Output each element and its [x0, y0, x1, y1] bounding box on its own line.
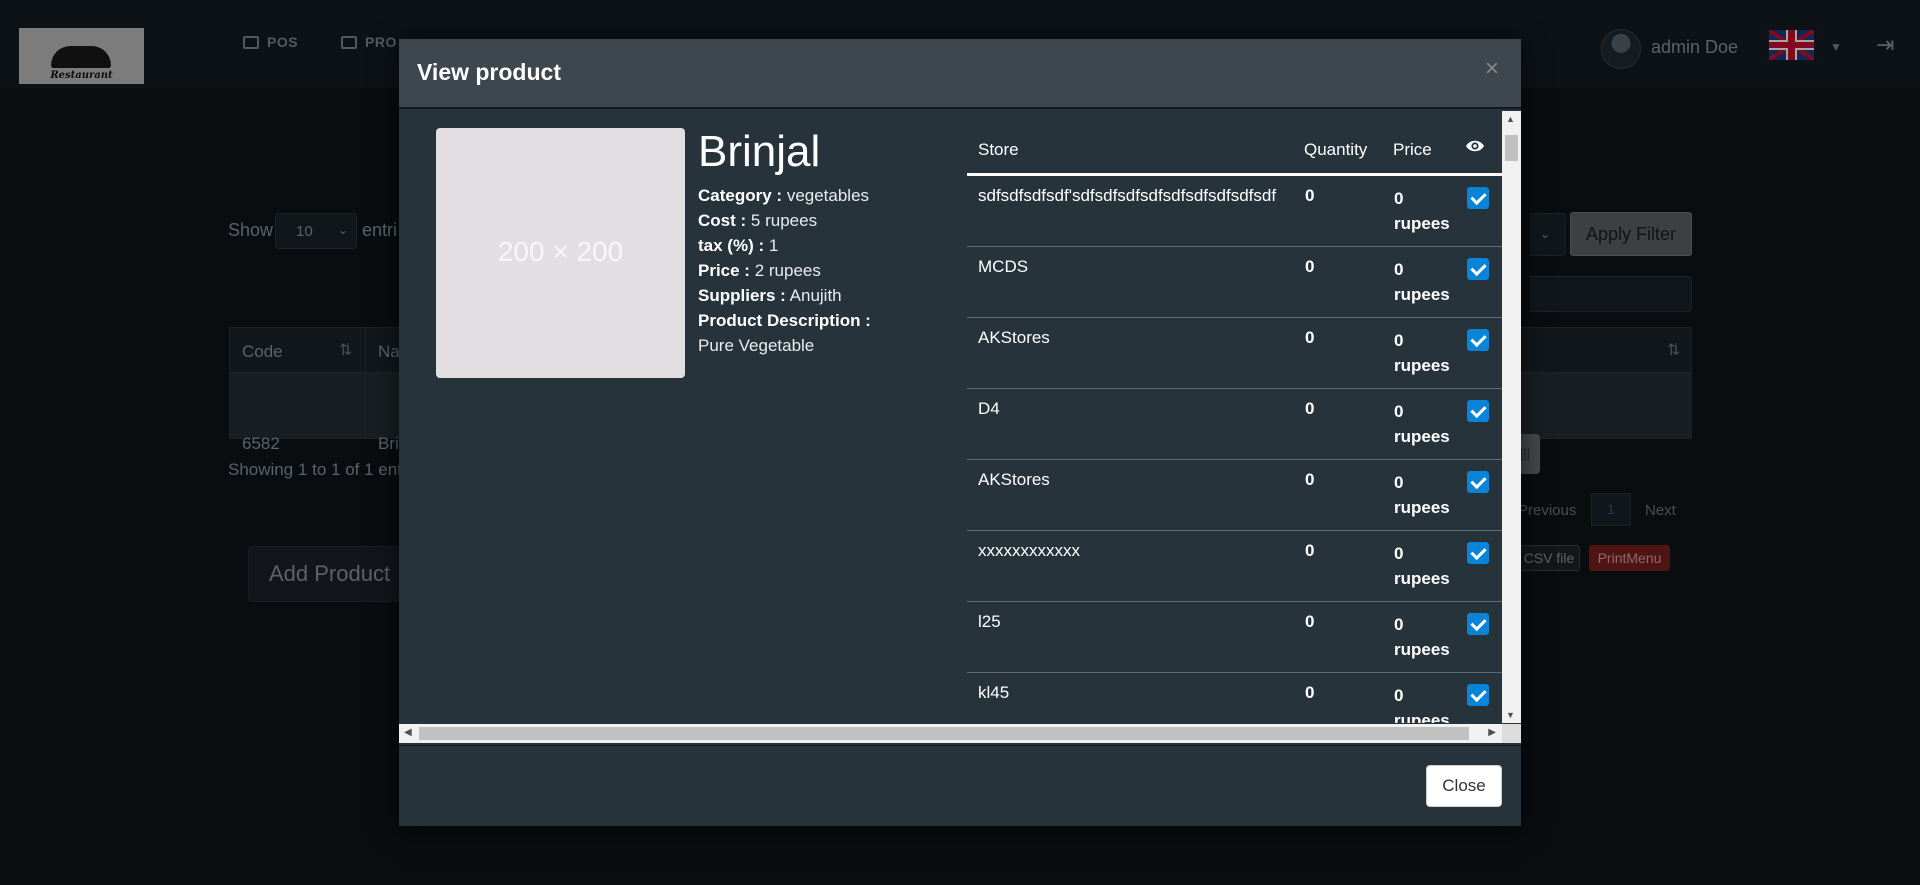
visibility-checkbox[interactable]: [1467, 400, 1489, 422]
table-row: MCDS 0 0 rupees: [967, 247, 1502, 318]
scroll-left-icon[interactable]: ◀: [404, 727, 412, 738]
product-price: Price : 2 rupees: [698, 261, 821, 281]
store-price: 0 rupees: [1394, 331, 1450, 375]
table-row: kl45 0 0 rupees: [967, 673, 1502, 723]
product-image-placeholder: 200 × 200: [436, 128, 685, 378]
vertical-scroll-thumb[interactable]: [1505, 135, 1518, 161]
store-price: 0 rupees: [1394, 260, 1450, 304]
modal-title: View product: [417, 59, 561, 85]
store-quantity: 0: [1305, 683, 1315, 702]
price-value: 2 rupees: [754, 261, 821, 280]
store-name: kl45: [978, 683, 1010, 702]
store-quantity: 0: [1305, 328, 1315, 347]
table-row: D4 0 0 rupees: [967, 389, 1502, 460]
table-row: xxxxxxxxxxxx 0 0 rupees: [967, 531, 1502, 602]
store-price: 0 rupees: [1394, 615, 1450, 659]
horizontal-scrollbar[interactable]: ◀ ▶: [399, 724, 1502, 743]
product-category: Category : vegetables: [698, 186, 869, 206]
store-quantity: 0: [1305, 186, 1315, 205]
price-label: Price :: [698, 261, 750, 280]
product-name: Brinjal: [698, 127, 821, 176]
column-header-store: Store: [978, 140, 1019, 159]
close-button[interactable]: Close: [1426, 765, 1502, 807]
product-description: Pure Vegetable: [698, 336, 815, 355]
cost-value: 5 rupees: [750, 211, 818, 230]
store-name: AKStores: [978, 328, 1050, 347]
visibility-checkbox[interactable]: [1467, 329, 1489, 351]
store-price: 0 rupees: [1394, 544, 1450, 588]
table-row: sdfsdfsdfsdf'sdfsdfsdfsdfsdfsdfsdfsdfsdf…: [967, 176, 1502, 247]
table-row: AKStores 0 0 rupees: [967, 460, 1502, 531]
product-tax: tax (%) : 1: [698, 236, 778, 256]
vertical-scrollbar[interactable]: ▲ ▼: [1502, 111, 1521, 723]
image-size-label: 200 × 200: [497, 236, 624, 267]
scroll-right-icon[interactable]: ▶: [1488, 727, 1496, 738]
store-price: 0 rupees: [1394, 473, 1450, 517]
eye-icon: [1465, 138, 1485, 159]
suppliers-value: Anujith: [789, 286, 842, 305]
visibility-checkbox[interactable]: [1467, 684, 1489, 706]
visibility-checkbox[interactable]: [1467, 542, 1489, 564]
modal-header: View product ×: [399, 39, 1521, 109]
tax-label: tax (%) :: [698, 236, 765, 255]
store-price: 0 rupees: [1394, 189, 1450, 233]
store-price: 0 rupees: [1394, 402, 1450, 446]
modal-footer-divider: [399, 745, 1521, 746]
store-name: l25: [978, 612, 1001, 631]
store-quantity: 0: [1305, 257, 1315, 276]
table-row: AKStores 0 0 rupees: [967, 318, 1502, 389]
cost-label: Cost :: [698, 211, 747, 230]
store-quantity: 0: [1305, 470, 1315, 489]
close-icon[interactable]: ×: [1485, 55, 1499, 83]
horizontal-scroll-thumb[interactable]: [419, 727, 1469, 740]
product-suppliers: Suppliers : Anujith: [698, 286, 842, 306]
product-description-label: Product Description :: [698, 311, 871, 331]
store-price: 0 rupees: [1394, 686, 1450, 723]
visibility-checkbox[interactable]: [1467, 258, 1489, 280]
store-name: MCDS: [978, 257, 1029, 276]
visibility-checkbox[interactable]: [1467, 613, 1489, 635]
category-value: vegetables: [786, 186, 870, 205]
store-quantity: 0: [1305, 399, 1315, 418]
suppliers-label: Suppliers :: [698, 286, 786, 305]
column-header-price: Price: [1393, 140, 1432, 159]
store-quantity: 0: [1305, 541, 1315, 560]
store-name: AKStores: [978, 470, 1050, 489]
stores-table-scroll-area[interactable]: Store Quantity Price sdfsdfsdfsdf'sdfsdf…: [967, 111, 1502, 723]
view-product-modal: View product × 200 × 200 Brinjal Categor…: [399, 39, 1521, 826]
store-quantity: 0: [1305, 612, 1315, 631]
store-name: xxxxxxxxxxxx: [978, 541, 1080, 560]
tax-value: 1: [768, 236, 779, 255]
store-name: sdfsdfsdfsdf'sdfsdfsdfsdfsdfsdfsdfsdfsdf: [978, 186, 1277, 205]
scroll-down-icon[interactable]: ▼: [1506, 710, 1515, 720]
column-header-quantity: Quantity: [1304, 140, 1368, 159]
visibility-checkbox[interactable]: [1467, 471, 1489, 493]
store-name: D4: [978, 399, 1000, 418]
description-label: Product Description :: [698, 311, 871, 330]
scroll-up-icon[interactable]: ▲: [1506, 114, 1515, 124]
visibility-checkbox[interactable]: [1467, 187, 1489, 209]
category-label: Category :: [698, 186, 783, 205]
product-cost: Cost : 5 rupees: [698, 211, 817, 231]
scrollbar-corner: [1502, 724, 1521, 743]
table-row: l25 0 0 rupees: [967, 602, 1502, 673]
